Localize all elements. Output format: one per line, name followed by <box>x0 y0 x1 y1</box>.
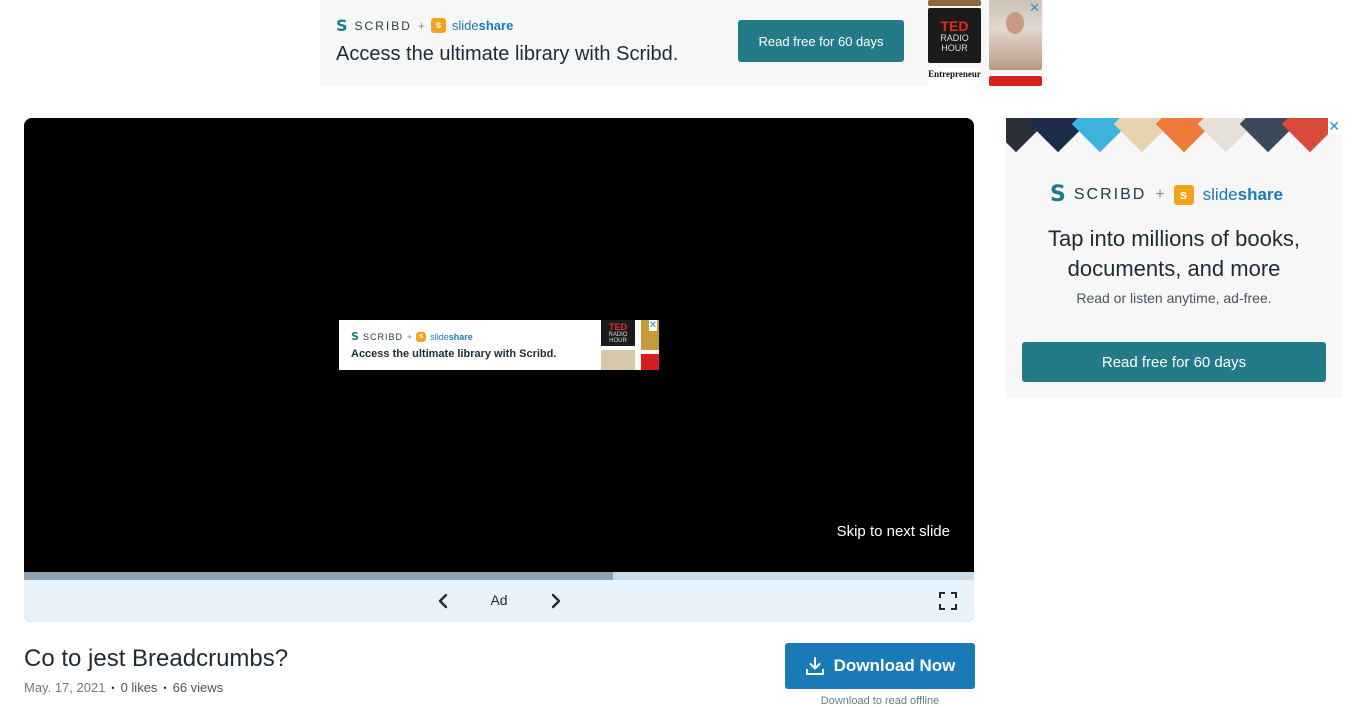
book-cover-entrepreneur: Entrepreneur <box>928 68 981 86</box>
scribd-wordmark: SCRIBD <box>354 18 412 33</box>
slide-player: S SCRIBD + s slideshare Access the ultim… <box>24 118 974 622</box>
brand-plus: + <box>406 331 413 342</box>
download-now-button[interactable]: Download Now <box>785 643 975 689</box>
scribd-icon: S <box>351 330 360 343</box>
slideshare-wordmark: slideshare <box>1202 184 1283 204</box>
sidebar-ad[interactable]: ✕ S SCRIBD + s slideshare Tap into milli… <box>1006 118 1342 398</box>
mini-ad-close-icon[interactable]: ✕ <box>648 320 657 331</box>
brand-plus: + <box>1155 185 1165 203</box>
download-icon <box>805 657 824 675</box>
ad-close-icon[interactable]: ✕ <box>1029 0 1040 16</box>
scribd-wordmark: SCRIBD <box>362 331 403 342</box>
sidebar-ad-read-free-button[interactable]: Read free for 60 days <box>1022 342 1326 382</box>
slide-stage: S SCRIBD + s slideshare Access the ultim… <box>24 118 974 572</box>
mini-ad-tagline: Access the ultimate library with Scribd. <box>351 348 557 360</box>
top-ad-tagline: Access the ultimate library with Scribd. <box>336 43 679 65</box>
top-ad-read-free-button[interactable]: Read free for 60 days <box>738 20 904 62</box>
sidebar-ad-headline: Tap into millions of books, documents, a… <box>1048 226 1300 281</box>
brand-plus: + <box>417 18 425 33</box>
slide-indicator: Ad <box>490 592 508 608</box>
mini-book-red <box>641 354 659 370</box>
skip-to-next-slide-link[interactable]: Skip to next slide <box>837 523 950 540</box>
mini-book-ted: TED RADIO HOUR <box>601 320 635 346</box>
sidebar-ad-brand: S SCRIBD + s slideshare <box>1050 182 1283 207</box>
meta-separator: • <box>111 682 115 693</box>
download-now-label: Download Now <box>833 656 956 675</box>
sidebar-ad-close-icon[interactable]: ✕ <box>1328 118 1340 135</box>
mini-book-portrait <box>601 350 635 370</box>
book-cover-ted-radio-hour: TED RADIO HOUR <box>928 8 981 63</box>
scribd-wordmark: SCRIBD <box>1073 185 1147 203</box>
scribd-logo: S SCRIBD <box>336 16 412 35</box>
scribd-logo: S SCRIBD <box>351 330 403 343</box>
next-slide-button[interactable] <box>543 588 569 614</box>
slideshare-icon: s <box>1173 184 1194 205</box>
slide-embedded-ad[interactable]: S SCRIBD + s slideshare Access the ultim… <box>339 320 659 370</box>
meta-separator: • <box>163 682 167 693</box>
document-likes: 0 likes <box>120 680 158 695</box>
document-views: 66 views <box>172 680 224 695</box>
document-meta: May. 17, 2021 • 0 likes • 66 views <box>24 680 223 695</box>
book-cover-top <box>928 0 981 6</box>
document-date: May. 17, 2021 <box>24 680 106 695</box>
previous-slide-button[interactable] <box>430 588 456 614</box>
book-cover-red <box>989 76 1042 86</box>
scribd-logo: S SCRIBD <box>1050 182 1146 207</box>
sidebar-ad-book-covers <box>1006 118 1342 156</box>
mini-ad-brand: S SCRIBD + s slideshare <box>351 330 473 343</box>
download-subtext: Download to read offline <box>820 695 940 707</box>
fullscreen-icon <box>939 592 957 610</box>
slideshare-icon: s <box>430 18 446 33</box>
chevron-left-icon <box>438 593 448 609</box>
scribd-icon: S <box>1050 182 1068 207</box>
top-ad-brand: S SCRIBD + s slideshare <box>336 16 513 35</box>
sidebar-ad-subtext: Read or listen anytime, ad-free. <box>1076 290 1272 306</box>
player-controls: Ad <box>24 580 974 622</box>
slideshare-wordmark: slideshare <box>451 18 514 33</box>
slideshare-wordmark: slideshare <box>430 331 473 342</box>
slideshare-icon: s <box>416 331 427 342</box>
fullscreen-button[interactable] <box>935 588 961 614</box>
slide-progress-fill <box>24 572 613 580</box>
top-banner-ad[interactable]: S SCRIBD + s slideshare Access the ultim… <box>320 0 1044 86</box>
scribd-icon: S <box>336 16 350 35</box>
document-title: Co to jest Breadcrumbs? <box>24 645 289 672</box>
slide-progress-bar[interactable] <box>24 572 974 580</box>
chevron-right-icon <box>551 593 561 609</box>
